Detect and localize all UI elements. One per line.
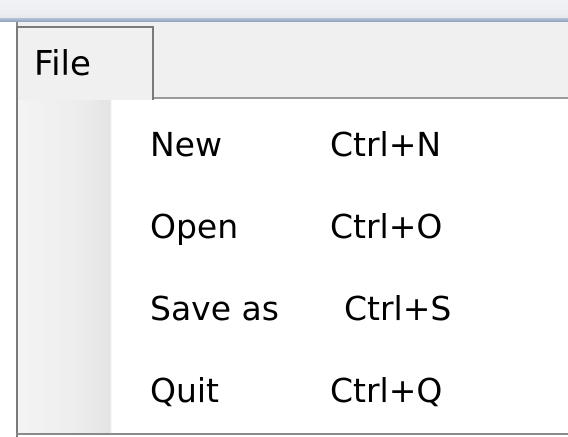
menu-item-quit[interactable]: Quit Ctrl+Q — [112, 357, 568, 427]
menu-bottom-border — [16, 433, 568, 435]
menu-item-label: Save as — [150, 289, 279, 328]
menu-item-shortcut: Ctrl+Q — [330, 371, 443, 410]
menu-icon-gutter — [18, 99, 110, 433]
menu-item-label: New — [150, 125, 222, 164]
menu-item-save-as[interactable]: Save as Ctrl+S — [112, 275, 568, 345]
menu-item-label: Open — [150, 207, 239, 246]
screen: File New Ctrl+N Open Ctrl+O Save as Ctrl… — [0, 0, 568, 437]
file-menu-label[interactable]: File — [34, 44, 91, 84]
menu-item-shortcut: Ctrl+N — [330, 125, 442, 164]
menu-item-label: Quit — [150, 371, 219, 410]
menu-item-shortcut: Ctrl+O — [330, 207, 443, 246]
menu-item-shortcut: Ctrl+S — [344, 289, 452, 328]
menu-item-open[interactable]: Open Ctrl+O — [112, 193, 568, 263]
menu-item-new[interactable]: New Ctrl+N — [112, 111, 568, 181]
